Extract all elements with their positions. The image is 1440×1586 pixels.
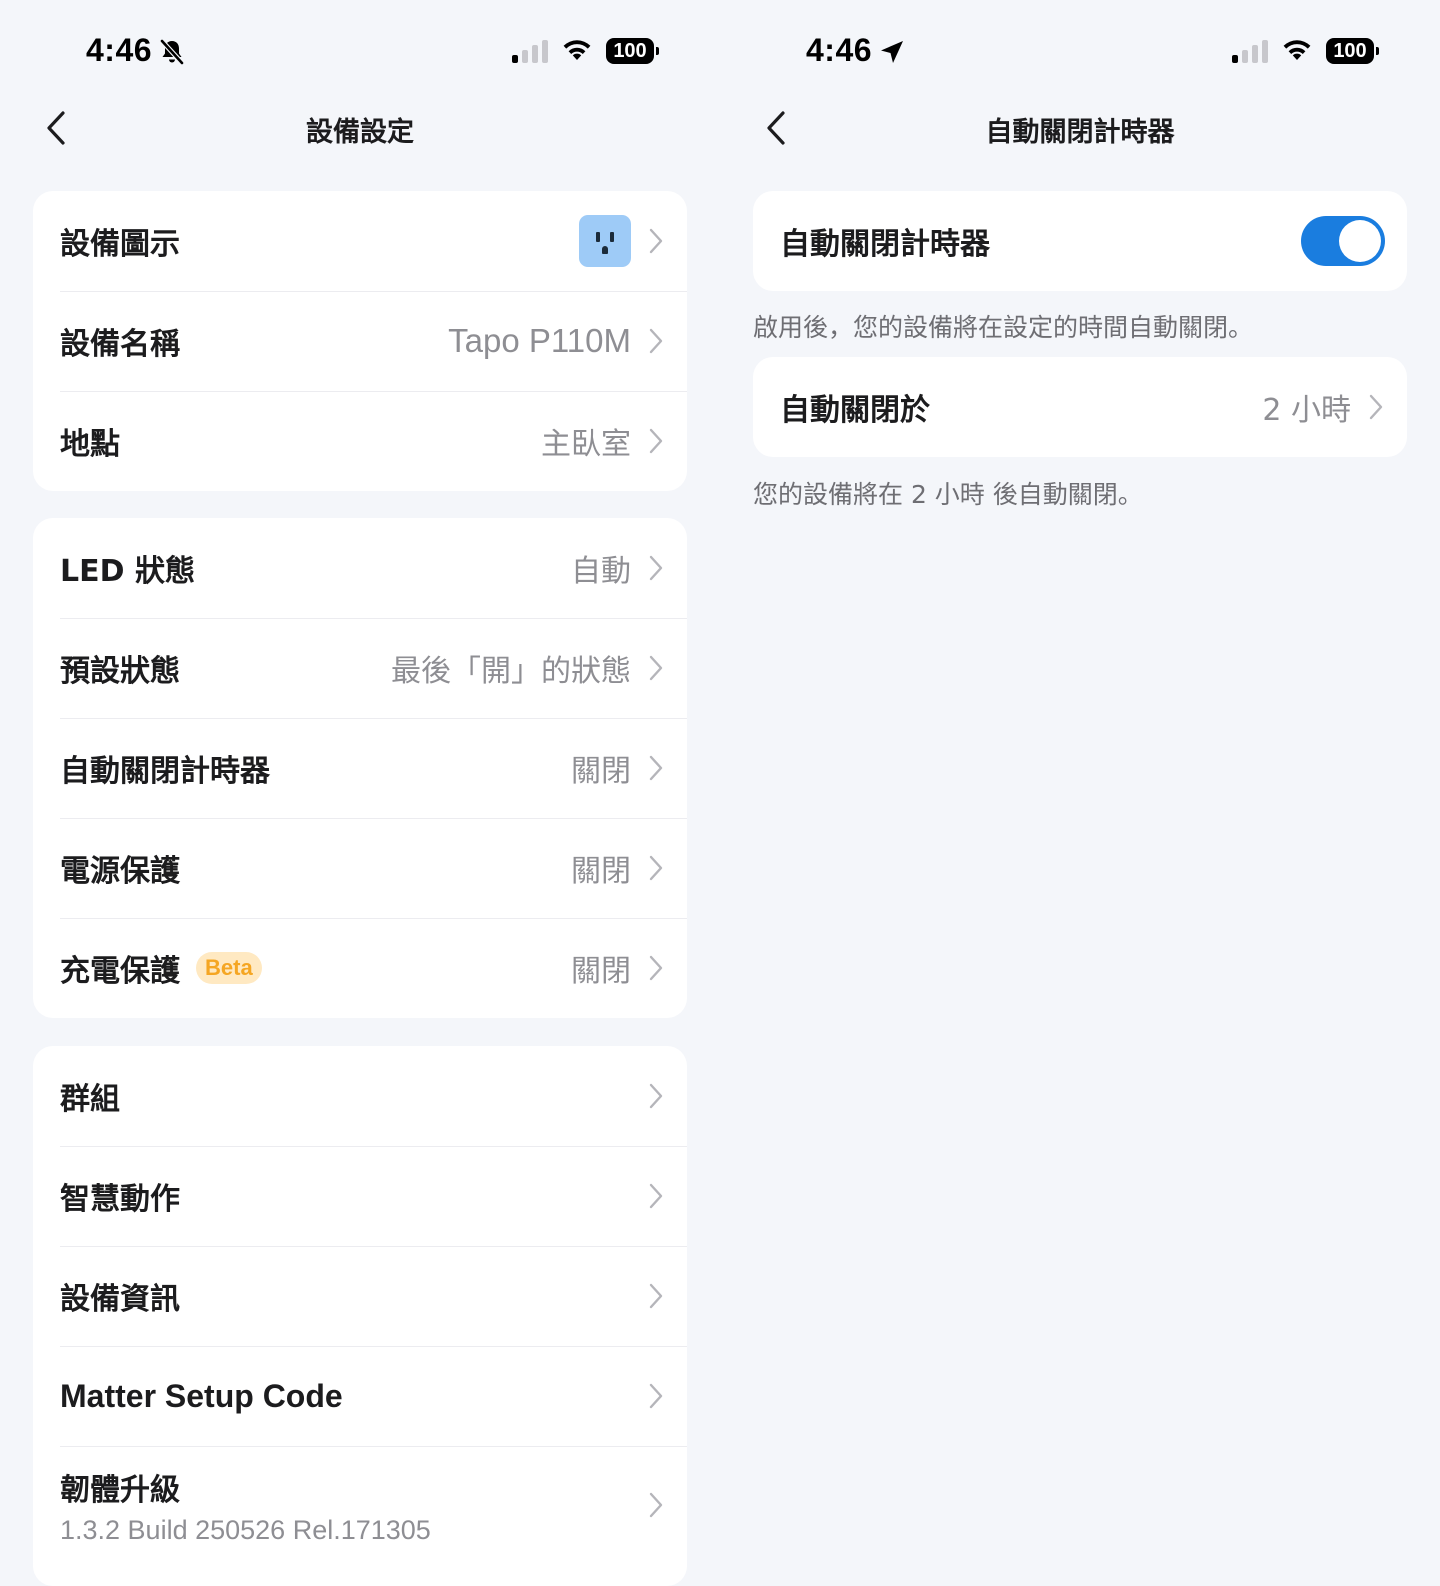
chevron-right-icon <box>649 955 663 981</box>
row-device-icon[interactable]: 設備圖示 <box>33 191 687 291</box>
row-device-info[interactable]: 設備資訊 <box>33 1246 687 1346</box>
row-label: 設備圖示 <box>60 227 180 262</box>
row-label: Matter Setup Code <box>60 1377 343 1414</box>
nav-bar: 自動關閉計時器 <box>720 96 1440 160</box>
row-value: 關閉 <box>571 854 631 889</box>
row-value: Tapo P110M <box>448 322 631 359</box>
firmware-version: 1.3.2 Build 250526 Rel.171305 <box>60 1514 431 1545</box>
row-auto-off-timer[interactable]: 自動關閉計時器 關閉 <box>33 718 687 818</box>
row-value: 主臥室 <box>541 427 631 462</box>
row-auto-off-toggle: 自動關閉計時器 <box>753 191 1407 291</box>
firmware-text: 韌體升級 1.3.2 Build 250526 Rel.171305 <box>60 1465 431 1546</box>
device-settings-screen: 4:46 100 設備設定 設備圖示 設備名稱 Tapo P110M 地點 主臥… <box>0 0 720 1586</box>
row-device-name[interactable]: 設備名稱 Tapo P110M <box>33 291 687 391</box>
status-icons: 100 <box>1232 38 1379 64</box>
battery-indicator: 100 <box>606 38 659 64</box>
row-value: 2 小時 <box>1262 393 1351 428</box>
wifi-icon <box>1283 40 1311 60</box>
row-label: 自動關閉計時器 <box>60 754 270 789</box>
chevron-right-icon <box>649 328 663 354</box>
row-power-protection[interactable]: 電源保護 關閉 <box>33 818 687 918</box>
chevron-right-icon <box>649 755 663 781</box>
device-more-section: 群組 智慧動作 設備資訊 Matter Setup Code 韌體升級 1.3.… <box>33 1046 687 1586</box>
status-bar: 4:46 100 <box>720 0 1440 100</box>
nav-bar: 設備設定 <box>0 96 720 160</box>
chevron-right-icon <box>649 1183 663 1209</box>
cellular-signal-icon <box>1232 39 1268 63</box>
row-label: LED 狀態 <box>60 554 195 589</box>
status-icons: 100 <box>512 38 659 64</box>
row-groups[interactable]: 群組 <box>33 1046 687 1146</box>
row-default-state[interactable]: 預設狀態 最後「開」的狀態 <box>33 618 687 718</box>
chevron-right-icon <box>649 1083 663 1109</box>
status-time: 4:46 <box>86 32 153 68</box>
row-label: 設備資訊 <box>60 1282 180 1317</box>
row-label: 智慧動作 <box>60 1182 180 1217</box>
device-basic-section: 設備圖示 設備名稱 Tapo P110M 地點 主臥室 <box>33 191 687 491</box>
toggle-caption: 啟用後，您的設備將在設定的時間自動關閉。 <box>753 313 1254 342</box>
cellular-signal-icon <box>512 39 548 63</box>
smart-plug-icon <box>579 215 631 267</box>
row-auto-off-after[interactable]: 自動關閉於 2 小時 <box>753 357 1407 457</box>
row-label: 地點 <box>60 427 120 462</box>
row-label: 充電保護 <box>60 954 180 989</box>
battery-indicator: 100 <box>1326 38 1379 64</box>
row-value: 最後「開」的狀態 <box>391 654 631 689</box>
row-charging-protection[interactable]: 充電保護 Beta 關閉 <box>33 918 687 1018</box>
chevron-right-icon <box>649 855 663 881</box>
row-location[interactable]: 地點 主臥室 <box>33 391 687 491</box>
timer-toggle-card: 自動關閉計時器 <box>753 191 1407 291</box>
page-title: 自動關閉計時器 <box>985 117 1175 148</box>
row-label: 群組 <box>60 1082 120 1117</box>
row-label: 設備名稱 <box>60 327 180 362</box>
beta-badge: Beta <box>196 952 262 984</box>
auto-off-toggle[interactable] <box>1301 216 1385 266</box>
chevron-right-icon <box>649 1383 663 1409</box>
row-value: 關閉 <box>571 954 631 989</box>
toggle-knob <box>1339 220 1381 262</box>
chevron-right-icon <box>649 555 663 581</box>
chevron-right-icon <box>649 655 663 681</box>
chevron-right-icon <box>649 428 663 454</box>
row-value: 關閉 <box>571 754 631 789</box>
row-label: 韌體升級 <box>60 1472 180 1508</box>
chevron-right-icon <box>649 1283 663 1309</box>
row-label: 自動關閉計時器 <box>780 227 990 262</box>
row-smart-actions[interactable]: 智慧動作 <box>33 1146 687 1246</box>
row-label: 自動關閉於 <box>780 393 930 428</box>
row-firmware-update[interactable]: 韌體升級 1.3.2 Build 250526 Rel.171305 <box>33 1446 687 1564</box>
chevron-right-icon <box>649 228 663 254</box>
status-bar: 4:46 100 <box>0 0 720 100</box>
row-label: 預設狀態 <box>60 654 180 689</box>
row-label: 電源保護 <box>60 854 180 889</box>
chevron-right-icon <box>1369 394 1383 420</box>
duration-caption: 您的設備將在 2 小時 後自動關閉。 <box>753 480 1143 509</box>
chevron-right-icon <box>649 1492 663 1518</box>
bell-slash-icon <box>158 38 186 70</box>
auto-off-timer-screen: 4:46 100 自動關閉計時器 自動關閉計時器 啟用後，您的設備將在設定的時間… <box>720 0 1440 1564</box>
timer-duration-card: 自動關閉於 2 小時 <box>753 357 1407 457</box>
status-time: 4:46 <box>806 32 873 68</box>
device-behavior-section: LED 狀態 自動 預設狀態 最後「開」的狀態 自動關閉計時器 關閉 電源保護 … <box>33 518 687 1018</box>
row-led-status[interactable]: LED 狀態 自動 <box>33 518 687 618</box>
location-arrow-icon <box>878 38 906 70</box>
row-value: 自動 <box>571 554 631 589</box>
wifi-icon <box>563 40 591 60</box>
page-title: 設備設定 <box>306 117 414 148</box>
row-matter-setup-code[interactable]: Matter Setup Code <box>33 1346 687 1446</box>
